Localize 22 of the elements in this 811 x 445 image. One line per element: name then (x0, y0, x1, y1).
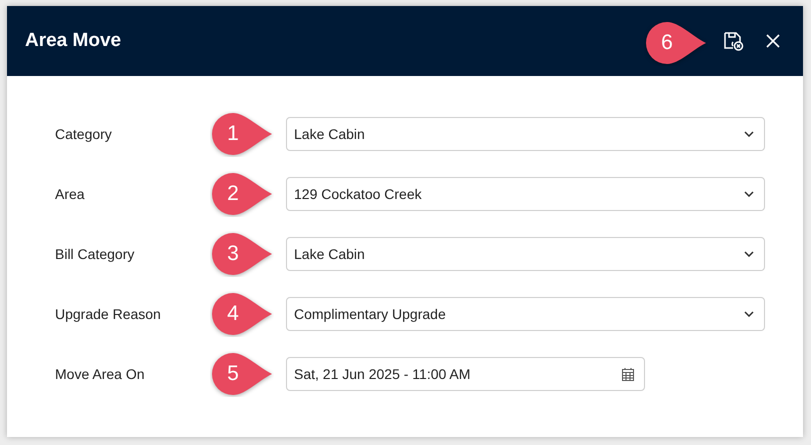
chevron-down-icon (744, 191, 754, 197)
chevron-down-icon (744, 251, 754, 257)
field-label: Upgrade Reason (55, 304, 161, 324)
dropdown-field[interactable]: Lake Cabin (286, 237, 765, 271)
callout-marker: 3 (210, 231, 274, 277)
chevron-down-icon (744, 311, 754, 317)
calendar-icon (622, 368, 634, 380)
callout-marker: 2 (210, 171, 274, 217)
callout-marker: 6 (644, 20, 708, 66)
callout-marker: 1 (210, 111, 274, 157)
field-label: Bill Category (55, 244, 134, 264)
chevron-down-icon (744, 131, 754, 137)
dropdown-field[interactable]: 129 Cockatoo Creek (286, 177, 765, 211)
dropdown-field[interactable]: Lake Cabin (286, 117, 765, 151)
date-field[interactable]: Sat, 21 Jun 2025 - 11:00 AM (286, 357, 645, 391)
field-label: Move Area On (55, 364, 144, 384)
field-label: Area (55, 184, 85, 204)
field-label: Category (55, 124, 112, 144)
callout-marker: 5 (210, 351, 274, 397)
dialog-title: Area Move (25, 28, 122, 53)
dropdown-field[interactable]: Complimentary Upgrade (286, 297, 765, 331)
callout-marker: 4 (210, 291, 274, 337)
